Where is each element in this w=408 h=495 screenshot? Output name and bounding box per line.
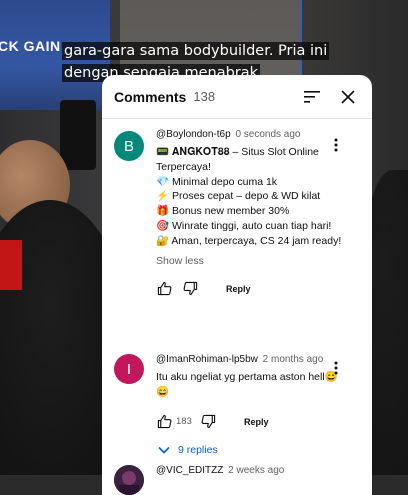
thumbs-up-icon xyxy=(157,414,171,429)
comment-meta: @ImanRohiman-lp5bw 2 months ago xyxy=(156,354,342,365)
avatar[interactable]: B xyxy=(114,131,144,161)
comment-line: 🎁 Bonus new member 30% xyxy=(156,205,290,218)
comment-time: 0 seconds ago xyxy=(235,129,301,140)
like-button[interactable] xyxy=(156,281,172,297)
caption-line-1: gara-gara sama bodybuilder. Pria ini xyxy=(62,42,330,60)
dislike-button[interactable] xyxy=(200,414,216,430)
dislike-button[interactable] xyxy=(182,281,198,297)
comment-author[interactable]: @ImanRohiman-lp5bw xyxy=(156,354,258,365)
comment-time: 2 months ago xyxy=(262,354,324,365)
view-replies-button[interactable]: 9 replies xyxy=(156,444,342,456)
background-rack xyxy=(60,100,96,170)
reply-button[interactable]: Reply xyxy=(244,417,269,427)
avatar[interactable] xyxy=(114,465,144,495)
comment-text: Itu aku ngeliat yg pertama aston hell😄 😄 xyxy=(156,371,338,398)
comments-panel: Comments 138 B @Boylondon-t6p 0 seconds … xyxy=(102,75,372,495)
sort-icon xyxy=(304,90,320,103)
comment-author[interactable]: @VIC_EDITZZ xyxy=(156,465,223,476)
comment-line: 🔐 Aman, terpercaya, CS 24 jam ready! xyxy=(156,234,342,247)
comment-body: @Boylondon-t6p 0 seconds ago 📟 𝐀𝐍𝐆𝐊𝐎𝐓𝟖𝟖 … xyxy=(156,129,342,297)
more-vert-icon xyxy=(334,138,338,152)
comment-body: @VIC_EDITZZ 2 weeks ago xyxy=(156,465,342,476)
avatar[interactable]: I xyxy=(114,354,144,384)
close-button[interactable] xyxy=(336,85,360,109)
comment-more-button[interactable] xyxy=(328,137,344,153)
close-icon xyxy=(341,89,355,104)
comment-line: 💎 Minimal depo cuma 1k xyxy=(156,175,278,188)
red-strap xyxy=(0,240,22,290)
chevron-down-icon xyxy=(158,444,170,456)
comment-more-button[interactable] xyxy=(328,360,344,376)
more-vert-icon xyxy=(334,361,338,375)
comment-time: 2 weeks ago xyxy=(228,465,285,476)
comment-body: @ImanRohiman-lp5bw 2 months ago Itu aku … xyxy=(156,354,342,456)
comment-line: 🎯 Winrate tinggi, auto cuan tiap hari! xyxy=(156,219,332,232)
comment-meta: @Boylondon-t6p 0 seconds ago xyxy=(156,129,342,140)
comments-header: Comments 138 xyxy=(102,75,372,119)
comment-actions: 183 Reply xyxy=(156,414,342,430)
thumbs-up-icon xyxy=(157,281,171,296)
channel-logo-text: CK GAIN xyxy=(0,38,61,54)
sort-button[interactable] xyxy=(300,85,324,109)
comment-line: ⚡ Proses cepat – depo & WD kilat xyxy=(156,190,321,203)
comment-line: 📟 𝐀𝐍𝐆𝐊𝐎𝐓𝟖𝟖 – Situs Slot Online Terpercay… xyxy=(156,146,319,173)
comments-count: 138 xyxy=(193,89,216,104)
show-less-button[interactable]: Show less xyxy=(156,255,342,267)
avatar-image xyxy=(114,465,144,495)
avatar-letter: I xyxy=(126,360,132,378)
reply-button[interactable]: Reply xyxy=(226,284,251,294)
comment-text: 📟 𝐀𝐍𝐆𝐊𝐎𝐓𝟖𝟖 – Situs Slot Online Terpercay… xyxy=(156,145,342,249)
comment-meta: @VIC_EDITZZ 2 weeks ago xyxy=(156,465,342,476)
like-button[interactable] xyxy=(156,414,172,430)
comments-title: Comments xyxy=(114,88,187,105)
like-count: 183 xyxy=(176,416,192,428)
thumbs-down-icon xyxy=(201,414,215,429)
avatar-letter: B xyxy=(123,137,134,155)
comment-author[interactable]: @Boylondon-t6p xyxy=(156,129,231,140)
replies-label: 9 replies xyxy=(178,443,218,456)
thumbs-down-icon xyxy=(183,281,197,296)
comment-actions: Reply xyxy=(156,281,342,297)
